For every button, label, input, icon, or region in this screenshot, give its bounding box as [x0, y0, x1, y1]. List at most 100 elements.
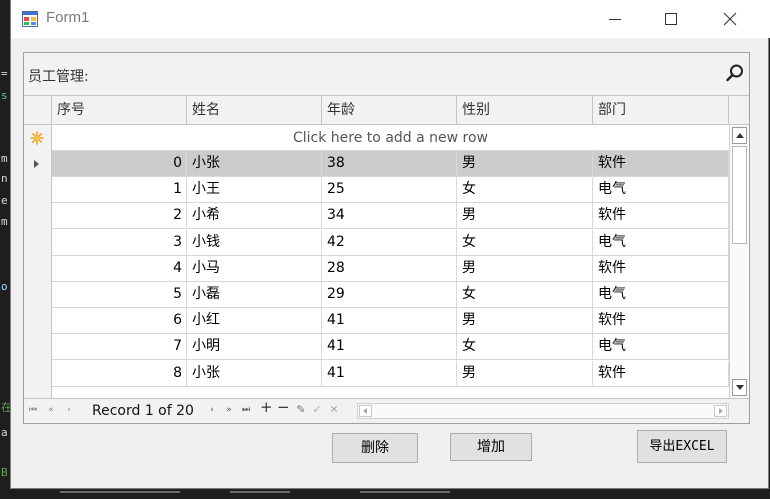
cell-name[interactable]: 小马 — [187, 255, 322, 281]
table-row[interactable]: 5 小磊 29 女电气 — [52, 282, 729, 308]
table-row[interactable]: 7 小明 41 女电气 — [52, 334, 729, 361]
bg-line — [230, 491, 290, 493]
cell-gender[interactable]: 男 — [457, 360, 593, 386]
table-row[interactable]: 0 小张 38 男软件 — [52, 151, 729, 177]
table-row[interactable]: 3 小钱 42 女电气 — [52, 229, 729, 256]
cell-gender[interactable]: 男 — [457, 255, 593, 281]
scroll-up-button[interactable] — [732, 127, 747, 144]
cell-name[interactable]: 小红 — [187, 308, 322, 334]
scroll-thumb[interactable] — [732, 146, 747, 244]
table-row[interactable]: 2 小希 34 男软件 — [52, 203, 729, 230]
add-new-row[interactable]: Click here to add a new row — [52, 125, 729, 151]
cell-id[interactable]: 6 — [52, 308, 187, 334]
cell-age[interactable]: 41 — [322, 308, 457, 334]
cell-name[interactable]: 小钱 — [187, 229, 322, 255]
close-button[interactable] — [707, 0, 753, 38]
cell-department[interactable]: 电气 — [593, 177, 729, 203]
scroll-down-button[interactable] — [732, 379, 747, 396]
cell-gender[interactable]: 女 — [457, 177, 593, 203]
cell-department[interactable]: 电气 — [593, 334, 729, 360]
cell-gender[interactable]: 女 — [457, 229, 593, 255]
maximize-button[interactable] — [648, 0, 694, 38]
column-header-id[interactable]: 序号 — [52, 95, 187, 125]
bg-glyph: B — [1, 466, 8, 479]
bg-glyph: m — [1, 215, 8, 228]
cell-id[interactable]: 7 — [52, 334, 187, 360]
column-header-age[interactable]: 年龄 — [322, 95, 457, 125]
cell-department[interactable]: 软件 — [593, 360, 729, 386]
cell-age[interactable]: 42 — [322, 229, 457, 255]
edit-record-icon[interactable]: ✎ — [296, 404, 306, 415]
delete-button[interactable]: 删除 — [332, 433, 418, 463]
cell-name[interactable]: 小张 — [187, 151, 322, 176]
cell-department[interactable]: 电气 — [593, 229, 729, 255]
bg-glyph: s — [1, 89, 8, 102]
cell-age[interactable]: 34 — [322, 203, 457, 229]
table-row[interactable]: 1 小王 25 女电气 — [52, 177, 729, 204]
bg-glyph: o — [1, 280, 8, 293]
cell-age[interactable]: 25 — [322, 177, 457, 203]
cell-name[interactable]: 小磊 — [187, 282, 322, 307]
column-header-name[interactable]: 姓名 — [187, 95, 322, 125]
prev-record-icon[interactable]: ‹ — [64, 405, 74, 415]
cancel-edit-icon[interactable]: ✕ — [329, 404, 339, 415]
cell-gender[interactable]: 男 — [457, 151, 593, 176]
cell-age[interactable]: 28 — [322, 255, 457, 281]
cell-age[interactable]: 29 — [322, 282, 457, 307]
cell-name[interactable]: 小希 — [187, 203, 322, 229]
append-record-icon[interactable]: + — [260, 400, 273, 415]
cell-age[interactable]: 38 — [322, 151, 457, 176]
cell-id[interactable]: 1 — [52, 177, 187, 203]
cell-id[interactable]: 5 — [52, 282, 187, 307]
cell-gender[interactable]: 男 — [457, 308, 593, 334]
column-header-gender[interactable]: 性别 — [457, 95, 593, 125]
table-row[interactable]: 4 小马 28 男软件 — [52, 255, 729, 282]
cell-id[interactable]: 2 — [52, 203, 187, 229]
last-record-icon[interactable]: ⏭ — [241, 405, 251, 415]
horizontal-scrollbar[interactable] — [357, 403, 729, 419]
bg-glyph: n — [1, 172, 8, 185]
bg-glyph: a — [1, 426, 8, 439]
cell-name[interactable]: 小张 — [187, 360, 322, 386]
next-page-icon[interactable]: » — [224, 405, 234, 415]
cell-department[interactable]: 软件 — [593, 308, 729, 334]
employee-panel: 员工管理: 序号 姓名 年龄 性别 部门 Click here to add a… — [23, 52, 750, 424]
column-header-department[interactable]: 部门 — [593, 95, 729, 125]
cell-gender[interactable]: 女 — [457, 334, 593, 360]
cell-department[interactable]: 软件 — [593, 255, 729, 281]
cell-id[interactable]: 0 — [52, 151, 187, 176]
cell-id[interactable]: 8 — [52, 360, 187, 386]
next-record-icon[interactable]: › — [207, 405, 217, 415]
first-record-icon[interactable]: ⏮ — [28, 405, 38, 415]
scroll-down-arrow-icon — [736, 385, 744, 390]
cell-gender[interactable]: 男 — [457, 203, 593, 229]
cell-name[interactable]: 小王 — [187, 177, 322, 203]
cell-age[interactable]: 41 — [322, 334, 457, 360]
indicator-header — [24, 95, 52, 125]
cell-age[interactable]: 41 — [322, 360, 457, 386]
scroll-right-button[interactable] — [714, 405, 727, 417]
remove-record-icon[interactable]: − — [277, 400, 290, 415]
cell-id[interactable]: 3 — [52, 229, 187, 255]
scroll-left-button[interactable] — [359, 405, 372, 417]
title-bar[interactable]: Form1 — [11, 0, 770, 38]
bg-glyph: = — [1, 67, 8, 80]
scroll-right-arrow-icon — [719, 408, 723, 414]
cell-department[interactable]: 软件 — [593, 151, 729, 176]
cell-gender[interactable]: 女 — [457, 282, 593, 307]
prev-page-icon[interactable]: « — [46, 405, 56, 415]
cell-department[interactable]: 电气 — [593, 282, 729, 307]
employee-grid[interactable]: 序号 姓名 年龄 性别 部门 Click here to add a new r… — [24, 95, 749, 423]
minimize-button[interactable] — [592, 0, 638, 38]
cell-id[interactable]: 4 — [52, 255, 187, 281]
table-row[interactable]: 6 小红 41 男软件 — [52, 308, 729, 335]
search-icon[interactable] — [725, 63, 745, 83]
vertical-scrollbar[interactable] — [729, 125, 749, 398]
add-button[interactable]: 增加 — [450, 433, 532, 461]
export-excel-button[interactable]: 导出EXCEL — [637, 430, 727, 463]
end-edit-icon[interactable]: ✓ — [312, 404, 322, 415]
cell-department[interactable]: 软件 — [593, 203, 729, 229]
cell-name[interactable]: 小明 — [187, 334, 322, 360]
table-row[interactable]: 8 小张 41 男软件 — [52, 360, 729, 387]
current-row-arrow-icon — [34, 160, 39, 168]
